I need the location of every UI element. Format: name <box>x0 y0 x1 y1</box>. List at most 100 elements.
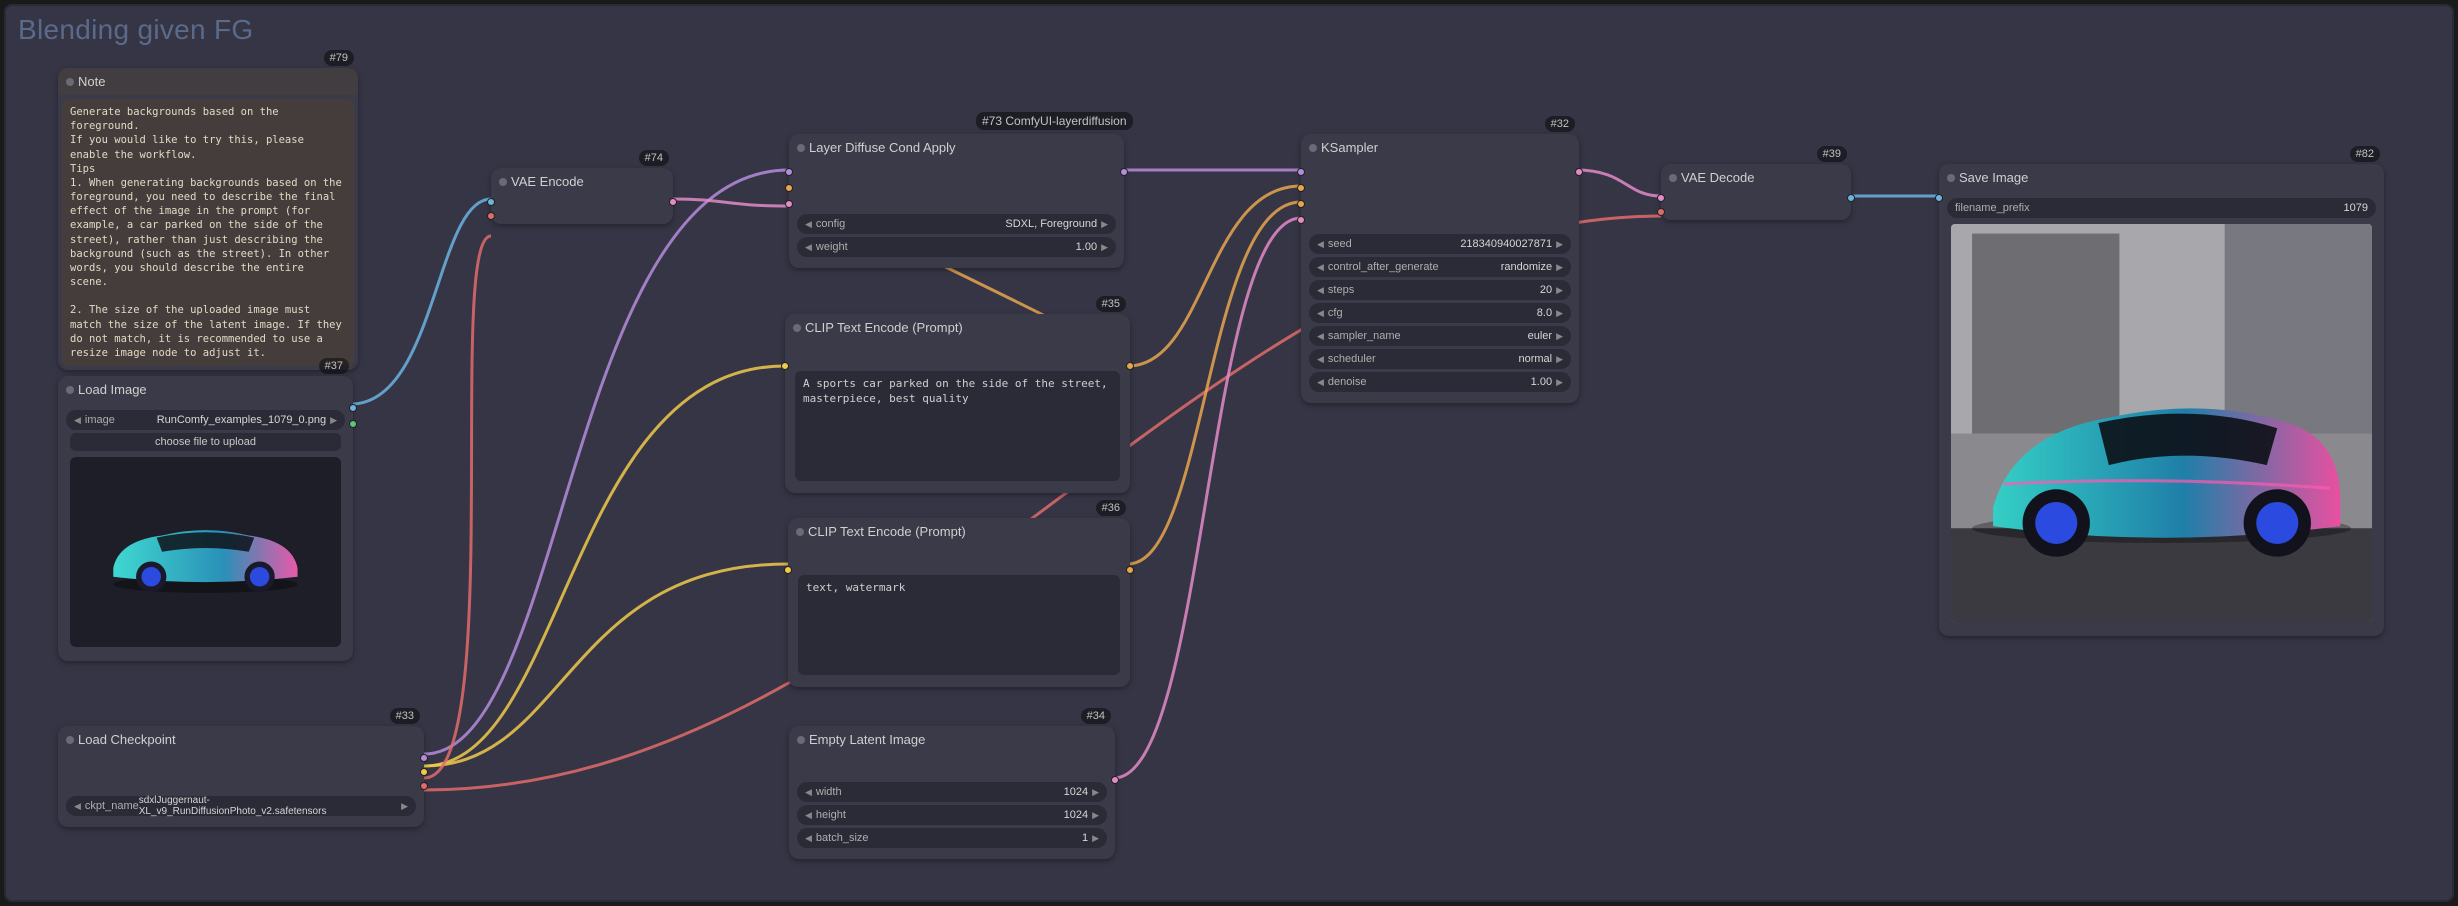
node-note[interactable]: #79 Note Generate backgrounds based on t… <box>58 68 358 370</box>
node-badge: #33 <box>390 708 420 724</box>
cfg-number[interactable]: ◀cfg8.0▶ <box>1309 303 1571 323</box>
ckpt-combo[interactable]: ◀ckpt_name sdxlJuggernaut-XL_v9_RunDiffu… <box>66 796 416 816</box>
input-image-preview <box>70 457 341 647</box>
port-samples-in[interactable] <box>1657 194 1665 202</box>
port-vae-in[interactable] <box>1657 208 1665 216</box>
height-number[interactable]: ◀height1024▶ <box>797 805 1107 825</box>
port-model-in[interactable] <box>785 168 793 176</box>
workflow-title: Blending given FG <box>18 14 253 46</box>
cfg-value: 8.0 <box>1537 307 1552 319</box>
port-image-out[interactable] <box>1847 194 1855 202</box>
node-layer-diffuse[interactable]: Layer Diffuse Cond Apply ◀config SDXL, F… <box>789 134 1124 268</box>
node-ksampler[interactable]: #32 KSampler ◀seed218340940027871▶ ◀cont… <box>1301 134 1579 403</box>
port-vae-in[interactable] <box>487 212 495 220</box>
port-model-in[interactable] <box>1297 168 1305 176</box>
port-clip-in[interactable] <box>781 362 789 370</box>
denoise-label: denoise <box>1328 376 1367 388</box>
steps-label: steps <box>1328 284 1354 296</box>
node-clip-negative[interactable]: #36 CLIP Text Encode (Prompt) text, wate… <box>788 518 1130 687</box>
seed-label: seed <box>1328 238 1352 250</box>
port-latent-in[interactable] <box>785 200 793 208</box>
ctrl-value: randomize <box>1501 261 1552 273</box>
node-badge: #39 <box>1817 146 1847 162</box>
upload-button[interactable]: choose file to upload <box>70 433 341 451</box>
cfg-label: cfg <box>1328 307 1343 319</box>
node-title: Load Image <box>58 376 353 403</box>
seed-number[interactable]: ◀seed218340940027871▶ <box>1309 234 1571 254</box>
node-badge: #36 <box>1096 500 1126 516</box>
ckpt-label: ckpt_name <box>85 800 139 812</box>
control-combo[interactable]: ◀control_after_generaterandomize▶ <box>1309 257 1571 277</box>
image-combo[interactable]: ◀image RunComfy_examples_1079_0.png▶ <box>66 410 345 430</box>
node-save-image[interactable]: #82 Save Image filename_prefix 1079 <box>1939 164 2384 636</box>
output-scene-icon <box>1951 224 2372 622</box>
filename-prefix[interactable]: filename_prefix 1079 <box>1947 198 2376 218</box>
node-badge: #35 <box>1096 296 1126 312</box>
port-negative-in[interactable] <box>1297 200 1305 208</box>
port-latent-in[interactable] <box>1297 216 1305 224</box>
port-latent-out[interactable] <box>669 198 677 206</box>
node-badge: #32 <box>1545 116 1575 132</box>
config-label: config <box>816 218 845 230</box>
node-badge: #37 <box>319 358 349 374</box>
port-cond-out[interactable] <box>1126 566 1134 574</box>
workflow-canvas[interactable]: Blending given FG #73 ComfyUI-layerdiffu… <box>4 4 2454 902</box>
sched-value: normal <box>1518 353 1552 365</box>
scheduler-combo[interactable]: ◀schedulernormal▶ <box>1309 349 1571 369</box>
port-latent-out[interactable] <box>1111 776 1119 784</box>
denoise-value: 1.00 <box>1531 376 1552 388</box>
port-model-out[interactable] <box>420 754 428 762</box>
port-mask-out[interactable] <box>349 420 357 428</box>
port-cond-in[interactable] <box>785 184 793 192</box>
node-title: CLIP Text Encode (Prompt) <box>785 314 1130 341</box>
weight-value: 1.00 <box>1076 241 1097 253</box>
output-image-preview <box>1951 224 2372 622</box>
image-value: RunComfy_examples_1079_0.png <box>157 414 326 426</box>
sampler-label: sampler_name <box>1328 330 1401 342</box>
width-number[interactable]: ◀width1024▶ <box>797 782 1107 802</box>
prompt-text[interactable]: text, watermark <box>798 575 1120 675</box>
node-empty-latent[interactable]: #34 Empty Latent Image ◀width1024▶ ◀heig… <box>789 726 1115 859</box>
width-label: width <box>816 786 842 798</box>
node-title: Note <box>58 68 358 95</box>
denoise-number[interactable]: ◀denoise1.00▶ <box>1309 372 1571 392</box>
node-badge: #34 <box>1081 708 1111 724</box>
port-vae-out[interactable] <box>420 782 428 790</box>
node-load-image[interactable]: #37 Load Image ◀image RunComfy_examples_… <box>58 376 353 661</box>
node-title: VAE Decode <box>1661 164 1851 191</box>
port-cond-out[interactable] <box>1126 362 1134 370</box>
node-vae-decode[interactable]: #39 VAE Decode <box>1661 164 1851 220</box>
prompt-text[interactable]: A sports car parked on the side of the s… <box>795 371 1120 481</box>
node-title: KSampler <box>1301 134 1579 161</box>
port-latent-out[interactable] <box>1575 168 1583 176</box>
ckpt-value: sdxlJuggernaut-XL_v9_RunDiffusionPhoto_v… <box>139 795 397 817</box>
node-badge: #79 <box>324 50 354 66</box>
height-value: 1024 <box>1064 809 1088 821</box>
node-badge: #74 <box>639 150 669 166</box>
node-vae-encode[interactable]: #74 VAE Encode <box>491 168 673 224</box>
config-value: SDXL, Foreground <box>1005 218 1097 230</box>
port-clip-out[interactable] <box>420 768 428 776</box>
batch-number[interactable]: ◀batch_size1▶ <box>797 828 1107 848</box>
port-images-in[interactable] <box>1935 194 1943 202</box>
node-load-checkpoint[interactable]: #33 Load Checkpoint ◀ckpt_name sdxlJugge… <box>58 726 424 827</box>
config-combo[interactable]: ◀config SDXL, Foreground▶ <box>797 214 1116 234</box>
batch-label: batch_size <box>816 832 869 844</box>
node-clip-positive[interactable]: #35 CLIP Text Encode (Prompt) A sports c… <box>785 314 1130 493</box>
note-text: Generate backgrounds based on the foregr… <box>62 99 354 366</box>
group-badge: #73 ComfyUI-layerdiffusion <box>976 112 1133 130</box>
weight-number[interactable]: ◀weight 1.00▶ <box>797 237 1116 257</box>
node-title: CLIP Text Encode (Prompt) <box>788 518 1130 545</box>
port-positive-in[interactable] <box>1297 184 1305 192</box>
width-value: 1024 <box>1064 786 1088 798</box>
port-pixels-in[interactable] <box>487 198 495 206</box>
node-title: VAE Encode <box>491 168 673 195</box>
port-clip-in[interactable] <box>784 566 792 574</box>
steps-number[interactable]: ◀steps20▶ <box>1309 280 1571 300</box>
image-label: image <box>85 414 115 426</box>
height-label: height <box>816 809 846 821</box>
sampler-combo[interactable]: ◀sampler_nameeuler▶ <box>1309 326 1571 346</box>
node-title: Layer Diffuse Cond Apply <box>789 134 1124 161</box>
port-image-out[interactable] <box>349 404 357 412</box>
port-model-out[interactable] <box>1120 168 1128 176</box>
